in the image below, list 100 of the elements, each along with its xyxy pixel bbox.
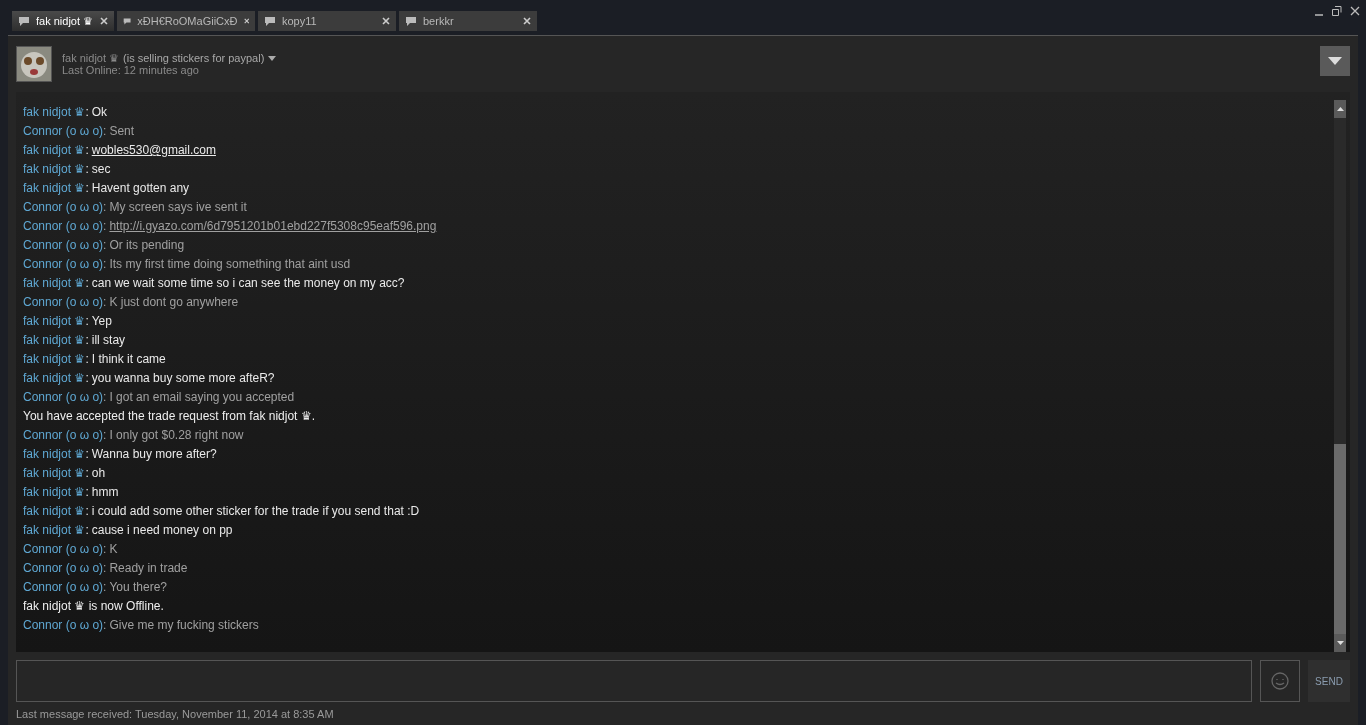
separator: :	[85, 465, 89, 482]
message-text: Wanna buy more after?	[91, 446, 217, 463]
message-text: you wanna buy some more afteR?	[91, 370, 275, 387]
separator: :	[85, 332, 89, 349]
sender-name: fak nidjot ♛	[23, 370, 86, 387]
message-link[interactable]: wobles530@gmail.com	[91, 141, 216, 160]
separator: :	[103, 123, 107, 140]
sender-name: fak nidjot ♛	[23, 161, 86, 178]
separator: :	[85, 370, 89, 387]
friend-name: fak nidjot ♛	[62, 52, 120, 64]
tab-label: berkkr	[423, 15, 455, 27]
message-text: can we wait some time so i can see the money on my acc?	[91, 275, 405, 292]
sender-name: fak nidjot ♛	[23, 446, 86, 463]
separator: :	[85, 503, 89, 520]
scrollbar[interactable]	[1334, 100, 1346, 652]
message-text: My screen says ive sent it	[109, 199, 247, 216]
sender-name: fak nidjot ♛	[23, 465, 86, 482]
sender-name: fak nidjot ♛	[23, 180, 86, 197]
separator: :	[103, 199, 107, 216]
close-icon[interactable]	[1350, 6, 1360, 16]
sender-name: fak nidjot ♛	[23, 332, 86, 349]
separator: :	[85, 313, 89, 330]
scroll-thumb[interactable]	[1334, 444, 1346, 634]
send-button[interactable]: SEND	[1308, 660, 1350, 702]
event-message: You have accepted the trade request from fak nidjot ♛.	[23, 408, 316, 425]
scroll-up-icon[interactable]	[1336, 107, 1344, 111]
message-text: I think it came	[91, 351, 166, 368]
message-text: cause i need money on pp	[91, 522, 233, 539]
close-icon[interactable]	[100, 17, 108, 25]
message-link[interactable]: http://i.gyazo.com/6d7951201b01ebd227f5308c95eaf596.png	[109, 217, 437, 236]
separator: :	[103, 389, 107, 406]
tab-label: xÐH€RoOMaGiiCxÐ	[137, 15, 238, 27]
dropdown-button[interactable]	[1320, 46, 1350, 76]
message-text: ill stay	[91, 332, 126, 349]
sender-name: fak nidjot ♛	[23, 275, 86, 292]
message-text: sec	[91, 161, 111, 178]
last-message-info: Last message received: Tuesday, November 11, 2014 at 8:35 AM	[16, 707, 335, 720]
caret-icon	[1328, 57, 1342, 65]
separator: :	[85, 161, 89, 178]
smiley-icon	[1271, 672, 1289, 690]
separator: :	[85, 351, 89, 368]
caret-icon[interactable]	[268, 55, 277, 61]
message-text: oh	[91, 465, 106, 482]
chat-tab[interactable]: fak nidjot ♛	[12, 11, 114, 31]
separator: :	[85, 446, 89, 463]
last-online: Last Online: 12 minutes ago	[62, 64, 200, 76]
sender-name: fak nidjot ♛	[23, 503, 86, 520]
sender-name: fak nidjot ♛	[23, 313, 86, 330]
chat-icon	[18, 15, 30, 27]
tab-label: kopy11	[282, 15, 318, 27]
close-icon[interactable]	[382, 17, 390, 25]
message-text: You there?	[109, 579, 168, 596]
message-input[interactable]	[16, 660, 1252, 702]
message-text: Havent gotten any	[91, 180, 190, 197]
sender-name: fak nidjot ♛	[23, 484, 86, 501]
chat-icon	[123, 15, 132, 27]
chat-icon	[405, 15, 417, 27]
close-icon[interactable]	[523, 17, 531, 25]
separator: :	[103, 294, 107, 311]
message-text: K	[109, 541, 118, 558]
friend-status: (is selling stickers for paypal)	[123, 52, 265, 64]
close-icon[interactable]	[243, 17, 249, 25]
separator: :	[103, 560, 107, 577]
chat-tab[interactable]: kopy11	[258, 11, 396, 31]
sender-name: fak nidjot ♛	[23, 351, 86, 368]
separator: :	[103, 617, 107, 634]
message-text: Its my first time doing something that aint usd	[109, 256, 351, 273]
message-text: Ok	[91, 104, 108, 121]
avatar	[16, 46, 52, 82]
separator: :	[85, 180, 89, 197]
separator: :	[85, 275, 89, 292]
separator: :	[103, 256, 107, 273]
message-text: I got an email saying you accepted	[109, 389, 295, 406]
separator: :	[85, 522, 89, 539]
separator: :	[85, 484, 89, 501]
message-text: i could add some other sticker for the trade if you send that :D	[91, 503, 420, 520]
message-text: K just dont go anywhere	[109, 294, 239, 311]
separator: :	[103, 218, 107, 235]
separator: :	[103, 427, 107, 444]
separator: :	[103, 237, 107, 254]
message-text: Sent	[109, 123, 135, 140]
chat-tab[interactable]: xÐH€RoOMaGiiCxÐ	[117, 11, 255, 31]
chat-tab[interactable]: berkkr	[399, 11, 537, 31]
sender-name: fak nidjot ♛	[23, 142, 86, 159]
message-text: Give me my fucking stickers	[109, 617, 259, 634]
chat-icon	[264, 15, 276, 27]
separator: :	[103, 579, 107, 596]
message-text: Yep	[91, 313, 112, 330]
event-message: fak nidjot ♛ is now Offline.	[23, 598, 164, 615]
message-text: hmm	[91, 484, 119, 501]
scroll-down-icon[interactable]	[1336, 641, 1344, 645]
tab-label: fak nidjot ♛	[36, 14, 94, 28]
separator: :	[103, 541, 107, 558]
message-text: I only got $0.28 right now	[109, 427, 244, 444]
message-text: Ready in trade	[109, 560, 188, 577]
sender-name: fak nidjot ♛	[23, 522, 86, 539]
sender-name: fak nidjot ♛	[23, 104, 86, 121]
separator: :	[85, 104, 89, 121]
restore-icon[interactable]	[1332, 6, 1342, 16]
separator: :	[85, 142, 89, 159]
